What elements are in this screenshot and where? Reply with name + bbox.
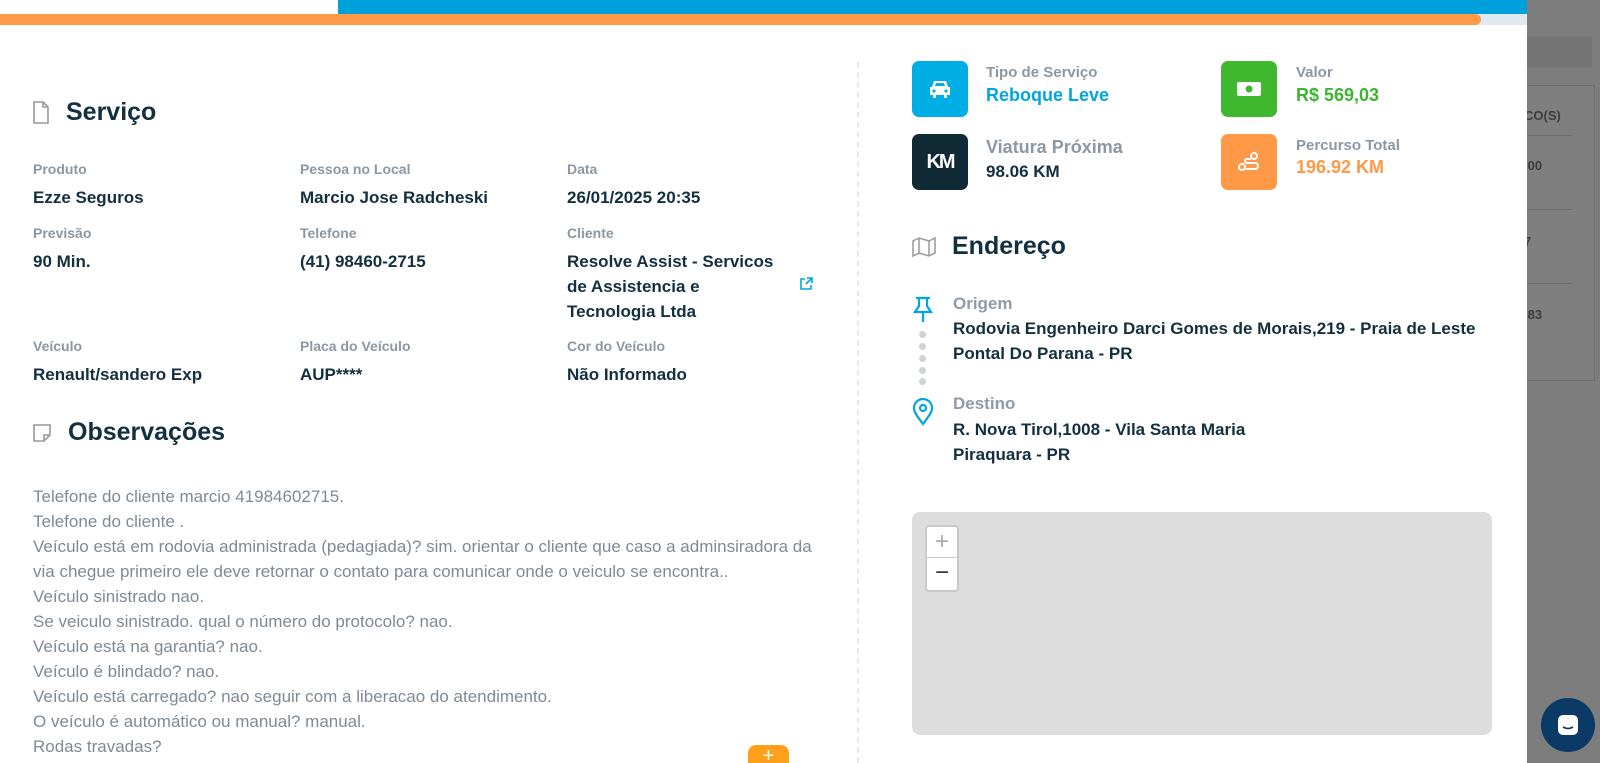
route-icon [1221,134,1277,190]
field-label: Previsão [33,225,92,241]
location-marker-icon [912,398,934,426]
map-icon [912,236,936,257]
percurso-label: Percurso Total [1296,137,1400,154]
field-previsao: Previsão 90 Min. [33,225,283,274]
field-data: Data 26/01/2025 20:35 [567,161,817,210]
field-cor: Cor do Veículo Não Informado [567,338,817,387]
pin-icon [912,296,934,322]
zoom-out-button[interactable]: − [927,558,957,589]
field-label: Data [567,161,598,177]
note-icon [33,423,51,442]
observations-text: Telefone do cliente marcio 41984602715. … [33,484,813,759]
field-veiculo: Veículo Renault/sandero Exp [33,338,283,387]
field-value: Renault/sandero Exp [33,365,203,384]
zoom-in-button[interactable]: + [927,527,957,558]
obs-line: Veículo sinistrado nao. [33,587,205,606]
service-detail-modal: Serviço Produto Ezze Seguros Pessoa no Lo… [0,0,1527,763]
field-value: Não Informado [567,365,687,384]
divider [1527,209,1572,210]
section-observacoes: Observações [32,418,225,447]
divider [1527,283,1572,284]
field-produto: Produto Ezze Seguros [33,161,283,210]
field-label: Cliente [567,225,614,241]
field-label: Telefone [300,225,357,241]
tipo-servico-value: Reboque Leve [986,85,1110,105]
percurso-value: 196.92 KM [1296,157,1385,177]
progress-fill [0,14,1482,25]
map[interactable]: + − [912,512,1492,735]
obs-line: Telefone do cliente marcio 41984602715. [33,487,344,506]
field-telefone: Telefone (41) 98460-2715 [300,225,550,274]
field-label: Pessoa no Local [300,161,411,177]
origem-label: Origem [953,294,1013,313]
viatura-value: 98.06 KM [986,162,1060,181]
section-endereco: Endereço [912,232,1066,261]
field-cliente: Cliente Resolve Assist - Servicos de Assi… [567,225,787,324]
money-icon [1221,61,1277,117]
add-observation-button[interactable]: + [748,745,789,763]
destino-line2: Piraquara - PR [953,445,1071,464]
section-title: Endereço [952,232,1066,260]
field-placa: Placa do Veículo AUP**** [300,338,550,387]
field-value: (41) 98460-2715 [300,252,426,271]
viatura-label: Viatura Próxima [986,137,1123,157]
field-value: 26/01/2025 20:35 [567,188,701,207]
route-dot [919,367,926,374]
background-header: CO(S) [1524,108,1561,123]
divider [1527,135,1572,136]
route-dot [919,378,926,385]
route-dot [919,331,926,338]
obs-line: Se veiculo sinistrado. qual o número do … [33,612,453,631]
route-dot [919,355,926,362]
obs-line: Rodas travadas? [33,737,162,756]
obs-line: Veículo está carregado? nao seguir com a… [33,687,552,706]
section-title: Serviço [66,98,157,126]
section-title: Observações [68,418,226,446]
chat-icon [1558,715,1578,735]
section-servico: Serviço [32,98,156,127]
route-dot [919,343,926,350]
field-label: Cor do Veículo [567,338,666,354]
chat-launcher-button[interactable] [1541,698,1595,752]
obs-line: Veículo está em rodovia administrada (pe… [33,537,812,581]
field-label: Produto [33,161,87,177]
column-divider [857,62,859,763]
header-bar [338,0,1527,14]
field-value: 90 Min. [33,252,91,271]
km-icon: KM [912,134,968,190]
obs-line: O veículo é automático ou manual? manual… [33,712,366,731]
field-value: Ezze Seguros [33,188,144,207]
destino-label: Destino [953,394,1016,413]
external-link-icon[interactable] [800,277,813,290]
field-value: Marcio Jose Radcheski [300,188,489,207]
field-value: AUP**** [300,365,363,384]
obs-line: Telefone do cliente . [33,512,185,531]
destino-line1: R. Nova Tirol,1008 - Vila Santa Maria [953,420,1246,439]
origem-line2: Pontal Do Parana - PR [953,344,1133,363]
field-pessoa: Pessoa no Local Marcio Jose Radcheski [300,161,550,210]
tipo-servico-label: Tipo de Serviço [986,64,1098,81]
valor-label: Valor [1296,64,1333,81]
field-label: Placa do Veículo [300,338,411,354]
car-icon [912,61,968,117]
map-zoom-control: + − [925,525,959,592]
valor-value: R$ 569,03 [1296,85,1380,105]
background-panel [1527,37,1592,67]
obs-line: Veículo está na garantia? nao. [33,637,263,656]
obs-line: Veículo é blindado? nao. [33,662,220,681]
field-value: Resolve Assist - Servicos de Assistencia… [567,252,774,321]
field-label: Veículo [33,338,83,354]
document-icon [33,100,49,124]
origem-line1: Rodovia Engenheiro Darci Gomes de Morais… [953,319,1476,338]
